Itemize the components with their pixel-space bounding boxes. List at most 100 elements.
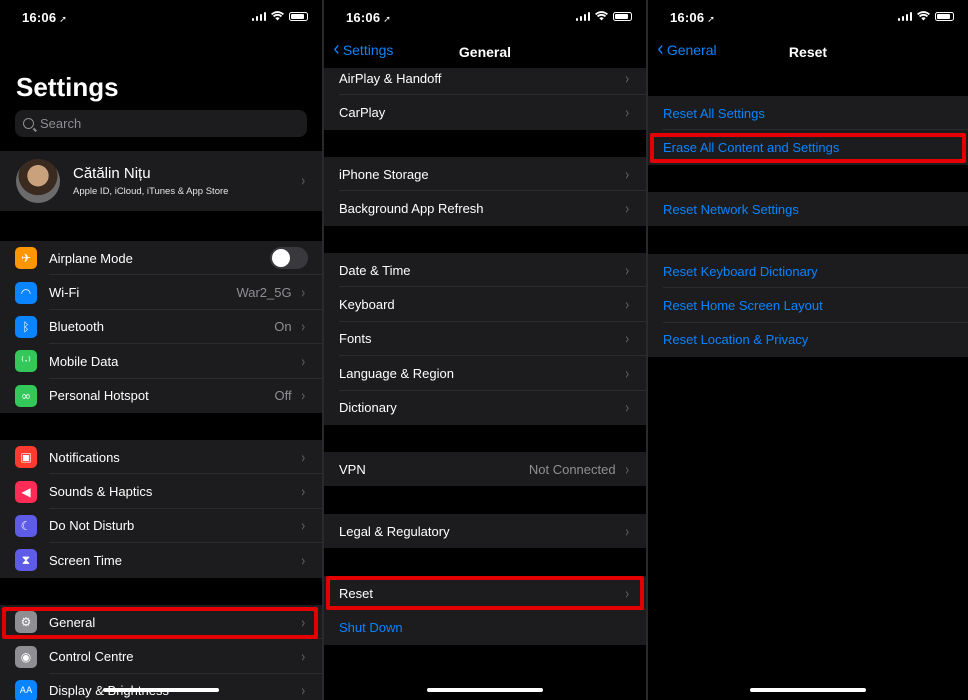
reset-item-reset-network-settings[interactable]: Reset Network Settings [648,192,968,226]
settings-item-screen-time[interactable]: ⧗ Screen Time › [0,543,322,577]
settings-item-wi-fi[interactable]: ◠ Wi-Fi War2_5G › [0,275,322,310]
chevron-right-icon: › [300,482,306,502]
general-item-language-and-region[interactable]: Language & Region › [324,356,646,391]
chevron-right-icon: › [624,459,630,479]
general-screen: 16:06 ➚ AirPlay & Handoff › CarPlay › iPhone… [324,0,646,700]
chevron-right-icon: › [300,516,306,536]
general-item-keyboard[interactable]: Keyboard › [324,287,646,322]
chevron-right-icon: › [624,398,630,418]
settings-item-sounds-and-haptics[interactable]: ◀ Sounds & Haptics › [0,474,322,509]
airplay-group: AirPlay & Handoff › CarPlay › [324,61,646,130]
general-item-vpn[interactable]: VPN Not Connected › [324,452,646,486]
row-label: VPN [339,461,366,477]
nav-bar: ‹ Settings General [324,36,646,68]
settings-item-control-centre[interactable]: ◉ Control Centre › [0,639,322,674]
settings-item-mobile-data[interactable]: ⁽·⁾ Mobile Data › [0,344,322,379]
row-label: Keyboard [339,297,395,313]
locale-group: Date & Time › Keyboard › Fonts › Language & Re… [324,253,646,425]
general-item-background-app-refresh[interactable]: Background App Refresh › [324,191,646,225]
reset-screen: 16:06 ➚ ‹ General Reset Reset All Settings… [648,0,968,700]
notifications-group: ▣ Notifications › ◀ Sounds & Haptics › ☾ Do Not… [0,440,322,578]
highlight-general [2,607,318,639]
general-item-date-and-time[interactable]: Date & Time › [324,253,646,288]
row-label: Fonts [339,331,372,347]
bluetooth-icon: ᛒ [15,315,37,338]
general-item-legal-and-regulatory[interactable]: Legal & Regulatory › [324,514,646,548]
chevron-right-icon: › [624,295,630,315]
settings-item-bluetooth[interactable]: ᛒ Bluetooth On › [0,310,322,345]
reset-item-reset-location-and-privacy[interactable]: Reset Location & Privacy [648,323,968,357]
cellular-signal-icon [897,11,912,21]
nav-bar: ‹ General Reset [648,36,968,68]
chevron-right-icon: › [300,447,306,467]
row-label: Date & Time [339,262,411,278]
row-label: Screen Time [49,552,122,568]
vpn-group: VPN Not Connected › [324,452,646,487]
status-time: 16:06 [670,10,705,25]
chevron-right-icon: › [624,363,630,383]
chevron-right-icon: › [300,283,306,303]
battery-icon [289,11,308,21]
location-icon: ➚ [383,14,391,24]
settings-item-display-and-brightness[interactable]: AADisplay & Brightness› [0,674,322,700]
page-title: Settings [16,72,119,102]
row-label: Reset Home Screen Layout [663,298,823,314]
reset-item-reset-keyboard-dictionary[interactable]: Reset Keyboard Dictionary [648,254,968,289]
row-label: Language & Region [339,365,454,381]
chevron-right-icon: › [300,351,306,371]
display-icon: AA [15,679,37,700]
row-value: Off [274,388,292,404]
speaker-icon: ◀ [15,480,37,503]
storage-group: iPhone Storage › Background App Refresh › [324,157,646,226]
row-label: AirPlay & Handoff [339,70,442,86]
row-label: Bluetooth [49,319,104,335]
chevron-right-icon: › [624,199,630,219]
airplane-mode-toggle[interactable] [270,247,308,270]
search-input[interactable]: Search [15,110,307,137]
row-label: Dictionary [339,400,397,416]
settings-item-do-not-disturb[interactable]: ☾ Do Not Disturb › [0,509,322,544]
chevron-right-icon: › [300,681,306,700]
cellular-signal-icon [251,11,266,21]
wifi-icon: ◠ [15,281,37,304]
moon-icon: ☾ [15,514,37,537]
connectivity-group: ✈ Airplane Mode ◠ Wi-Fi War2_5G › ᛒ Bluetooth On… [0,241,322,413]
settings-item-notifications[interactable]: ▣ Notifications › [0,440,322,475]
profile-group: Cătălin Nițu Apple ID, iCloud, iTunes & … [0,151,322,211]
settings-item-airplane-mode[interactable]: ✈ Airplane Mode [0,241,322,276]
row-label: CarPlay [339,105,386,121]
battery-icon [935,11,954,21]
reset-item-reset-home-screen-layout[interactable]: Reset Home Screen Layout [648,288,968,323]
nav-title: Reset [788,44,828,60]
row-value: On [274,319,292,335]
row-label: Reset Location & Privacy [663,332,809,348]
chevron-right-icon: › [300,550,306,570]
chevron-right-icon: › [624,103,630,123]
home-indicator [750,688,866,692]
row-label: Do Not Disturb [49,518,135,534]
row-label: Control Centre [49,649,134,665]
chevron-right-icon: › [624,68,630,88]
general-item-shut-down[interactable]: Shut Down [324,610,646,644]
status-time: 16:06 [22,10,57,25]
apple-id-row[interactable]: Cătălin Nițu Apple ID, iCloud, iTunes & … [0,151,322,211]
avatar [16,159,60,203]
chevron-right-icon: › [300,386,306,406]
row-label: Airplane Mode [49,250,133,266]
general-item-fonts[interactable]: Fonts › [324,322,646,357]
reset-item-reset-all-settings[interactable]: Reset All Settings [648,96,968,131]
row-label: Wi-Fi [49,285,80,301]
settings-item-personal-hotspot[interactable]: ∞ Personal Hotspot Off › [0,379,322,413]
row-value: War2_5G [236,285,292,301]
highlight-reset [326,576,644,610]
control-centre-icon: ◉ [15,645,37,668]
general-item-carplay[interactable]: CarPlay › [324,95,646,129]
row-label: Legal & Regulatory [339,523,450,539]
wifi-status-icon [595,11,608,21]
profile-subtitle: Apple ID, iCloud, iTunes & App Store [73,186,229,197]
hotspot-icon: ∞ [15,384,37,407]
settings-screen: 16:06 ➚ Settings Search Cătălin Nițu Appl… [0,0,322,700]
general-item-iphone-storage[interactable]: iPhone Storage › [324,157,646,192]
home-indicator [103,688,219,692]
general-item-dictionary[interactable]: Dictionary › [324,391,646,425]
